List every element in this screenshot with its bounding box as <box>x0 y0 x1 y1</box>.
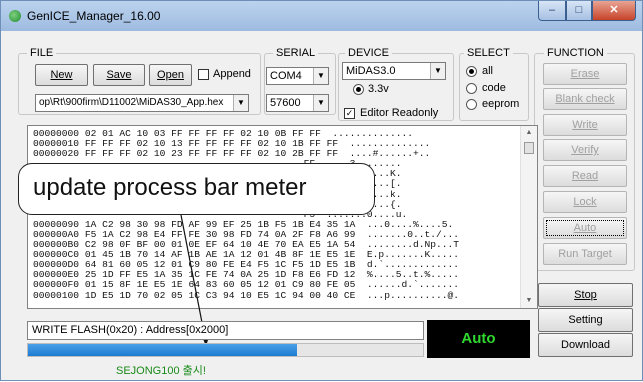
progress-bar <box>27 343 424 357</box>
progress-fill <box>28 344 297 356</box>
auto-mode-indicator: Auto <box>427 320 530 358</box>
app-window: GenICE_Manager_16.00 – □ ✕ FILE New Save… <box>0 0 643 381</box>
status-text: WRITE FLASH(0x20) : Address[0x2000] <box>27 321 424 340</box>
footer-message: SEJONG100 출시! <box>116 365 206 377</box>
